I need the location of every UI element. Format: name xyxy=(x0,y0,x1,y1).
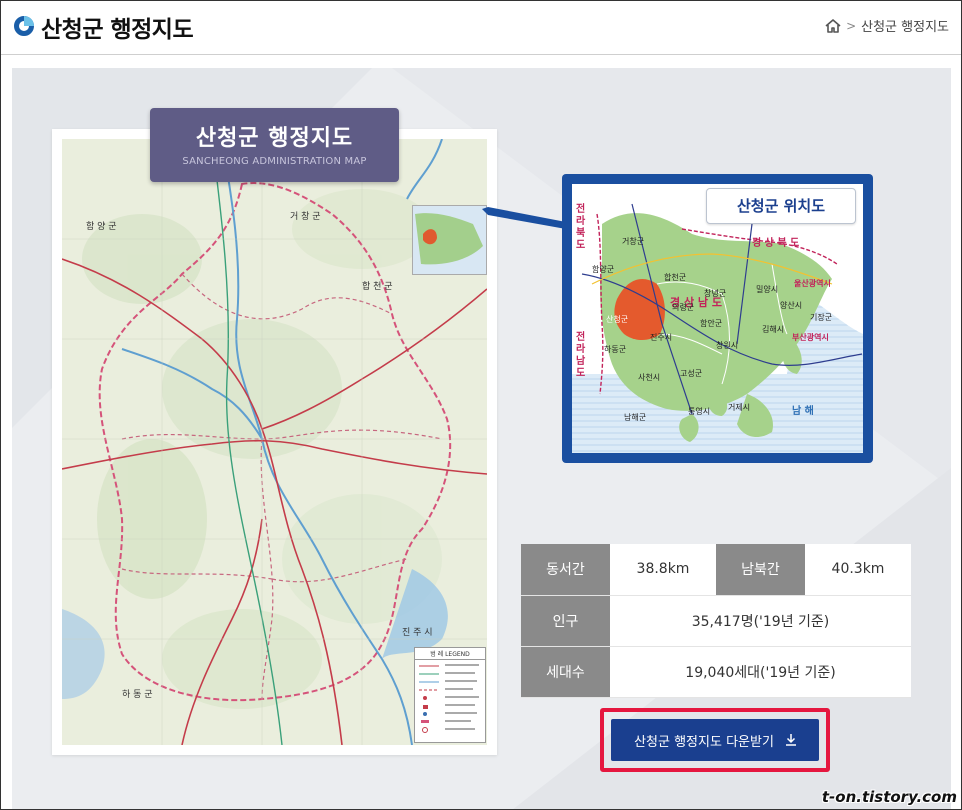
map-legend: 범 례 LEGEND xyxy=(414,647,486,743)
value-east-west: 38.8km xyxy=(610,544,716,596)
place-label-miryang: 밀양시 xyxy=(756,285,779,294)
watermark: t-on.tistory.com xyxy=(821,788,957,806)
place-label-tongyeong: 통영시 xyxy=(688,407,711,416)
inset-connector xyxy=(482,207,566,229)
label-households: 세대수 xyxy=(521,646,610,698)
table-row: 인구 35,417명('19년 기준) xyxy=(521,595,911,647)
breadcrumb: > 산청군 행정지도 xyxy=(825,16,949,35)
map-title-banner: 산청군 행정지도 SANCHEONG ADMINISTRATION MAP xyxy=(150,108,399,182)
place-label-hapcheon: 합천군 xyxy=(664,273,687,282)
place-label-hamyang: 함양군 xyxy=(592,265,615,274)
map-label-hapcheon: 합 천 군 xyxy=(362,282,393,292)
table-row: 동서간 38.8km 남북간 40.3km xyxy=(521,544,911,596)
map-banner-title: 산청군 행정지도 xyxy=(195,126,354,151)
map-label-hadong: 하 동 군 xyxy=(122,690,153,700)
value-north-south: 40.3km xyxy=(805,544,911,596)
place-label-goseong: 고성군 xyxy=(680,369,703,378)
map-section: 범 례 LEGEND 거 창 군 합 천 군 함 양 군 하 동 군 진 주 시… xyxy=(12,68,951,809)
sea-label: 남 해 xyxy=(792,406,814,417)
place-label-sancheong: 산청군 xyxy=(606,315,629,324)
location-map-image[interactable]: 전라북도 전라남도 경 상 북 도 경 상 남 도 거창군 함양군 합천군 산청… xyxy=(572,184,863,453)
label-north-south: 남북간 xyxy=(716,544,805,596)
place-label-busan: 부산광역시 xyxy=(792,333,829,342)
admin-map-image[interactable]: 범 례 LEGEND 거 창 군 합 천 군 함 양 군 하 동 군 진 주 시 xyxy=(62,139,487,745)
province-label-jeonbuk: 전라북도 xyxy=(576,204,586,251)
place-label-geochang: 거창군 xyxy=(622,237,645,246)
page-title: 산청군 행정지도 xyxy=(41,17,194,43)
map-label-jinju: 진 주 시 xyxy=(402,628,433,638)
download-button-label: 산청군 행정지도 다운받기 xyxy=(634,734,774,750)
place-label-sacheon: 사천시 xyxy=(638,373,661,382)
map-inset-thumbnail xyxy=(412,205,487,275)
place-label-jinju: 진주시 xyxy=(650,333,673,342)
admin-map-card: 범 례 LEGEND 거 창 군 합 천 군 함 양 군 하 동 군 진 주 시 xyxy=(52,129,497,755)
download-highlight: 산청군 행정지도 다운받기 xyxy=(600,708,830,772)
value-households: 19,040세대('19년 기준) xyxy=(610,646,911,698)
map-banner-subtitle: SANCHEONG ADMINISTRATION MAP xyxy=(182,156,367,167)
place-label-geoje: 거제시 xyxy=(728,403,751,412)
place-label-changnyeong: 창녕군 xyxy=(704,289,727,298)
download-icon xyxy=(785,734,796,746)
breadcrumb-current[interactable]: 산청군 행정지도 xyxy=(861,16,949,35)
value-population: 35,417명('19년 기준) xyxy=(610,595,911,647)
place-label-changwon: 창원시 xyxy=(716,341,739,350)
place-label-namhae: 남해군 xyxy=(624,413,647,422)
place-label-ulsan: 울산광역시 xyxy=(794,279,831,288)
place-label-yangsan: 양산시 xyxy=(780,301,803,310)
table-row: 세대수 19,040세대('19년 기준) xyxy=(521,646,911,698)
page-header: 산청군 행정지도 > 산청군 행정지도 xyxy=(1,1,961,55)
place-label-haman: 함안군 xyxy=(700,319,723,328)
map-label-hamyang: 함 양 군 xyxy=(86,222,117,232)
location-map-label: 산청군 위치도 xyxy=(706,188,856,224)
title-bullet-icon xyxy=(14,16,34,36)
place-label-gijang: 기장군 xyxy=(810,313,833,322)
map-label-geochang: 거 창 군 xyxy=(290,212,321,222)
page-frame: 산청군 행정지도 > 산청군 행정지도 범 례 LEGEND 거 창 군 합 천… xyxy=(0,0,962,810)
label-population: 인구 xyxy=(521,595,610,647)
location-map-frame: 전라북도 전라남도 경 상 북 도 경 상 남 도 거창군 함양군 합천군 산청… xyxy=(562,174,873,463)
label-east-west: 동서간 xyxy=(521,544,610,596)
download-map-button[interactable]: 산청군 행정지도 다운받기 xyxy=(611,719,819,761)
info-table: 동서간 38.8km 남북간 40.3km 인구 35,417명('19년 기준… xyxy=(521,544,911,698)
province-label-gyeongbuk: 경 상 북 도 xyxy=(752,238,800,249)
map-legend-title: 범 례 LEGEND xyxy=(415,648,485,660)
place-label-hadong: 하동군 xyxy=(604,345,627,354)
home-icon[interactable] xyxy=(825,18,841,33)
place-label-uiryeong: 의령군 xyxy=(672,303,695,312)
place-label-gimhae: 김해시 xyxy=(762,325,785,334)
breadcrumb-separator: > xyxy=(846,18,857,33)
province-label-jeonnam: 전라남도 xyxy=(576,332,586,379)
